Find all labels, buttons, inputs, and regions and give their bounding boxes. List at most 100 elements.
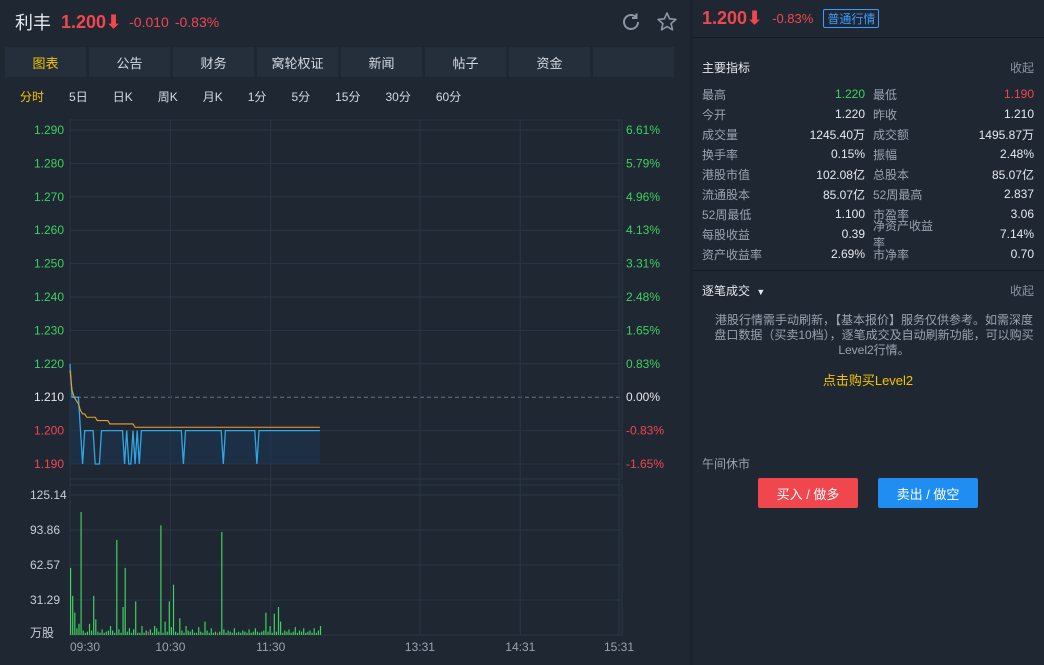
period-8[interactable]: 30分 bbox=[381, 86, 414, 107]
trade-buttons: 买入 / 做多 卖出 / 做空 bbox=[692, 478, 1044, 508]
sell-button[interactable]: 卖出 / 做空 bbox=[878, 478, 978, 508]
volume-tick-label: 31.29 bbox=[30, 593, 60, 607]
volume-bar bbox=[273, 613, 275, 635]
indicator-label: 成交额 bbox=[873, 127, 910, 142]
volume-bar bbox=[280, 621, 282, 635]
indicator-label: 今开 bbox=[702, 107, 727, 122]
volume-bar bbox=[301, 631, 303, 635]
volume-bar bbox=[298, 630, 301, 635]
volume-bar bbox=[189, 631, 191, 635]
price-tick-label: 1.280 bbox=[34, 156, 64, 170]
volume-bar bbox=[116, 539, 118, 635]
volume-bar bbox=[164, 621, 166, 635]
buy-level2-link[interactable]: 点击购买Level2 bbox=[692, 370, 1044, 389]
tick-trades-dropdown[interactable]: 逐笔成交 ▼ bbox=[702, 282, 765, 299]
tab-3[interactable]: 窝轮权证 bbox=[257, 47, 338, 77]
volume-bar bbox=[269, 626, 271, 635]
volume-bar bbox=[223, 629, 225, 635]
volume-bar bbox=[177, 632, 179, 635]
tab-1[interactable]: 公告 bbox=[89, 47, 170, 77]
tab-5[interactable]: 帖子 bbox=[425, 47, 506, 77]
period-0[interactable]: 分时 bbox=[16, 86, 48, 107]
tab-6[interactable]: 资金 bbox=[509, 47, 590, 77]
volume-bar bbox=[103, 632, 105, 635]
volume-bar bbox=[82, 630, 84, 635]
volume-bar bbox=[74, 612, 76, 635]
tab-0[interactable]: 图表 bbox=[5, 47, 86, 77]
volume-bar bbox=[93, 595, 95, 635]
volume-bar bbox=[154, 626, 156, 635]
volume-bar bbox=[294, 627, 296, 635]
volume-bar bbox=[292, 631, 294, 635]
volume-bar bbox=[263, 630, 265, 635]
intraday-chart: 1.290 6.61% 1.280 5.79% 1.270 4.96% 1.260 4.13%… bbox=[0, 110, 690, 665]
volume-bar bbox=[86, 631, 88, 635]
pct-tick-label: 4.13% bbox=[626, 223, 660, 237]
volume-bar bbox=[88, 623, 91, 635]
main-indicators-collapse[interactable]: 收起 bbox=[1010, 59, 1034, 76]
volume-bar bbox=[101, 629, 103, 635]
level2-notice: 港股行情需手动刷新，【基本报价】服务仅供参考。如需深度盘口数据（买卖10档），逐… bbox=[714, 313, 1034, 357]
price-tick-label: 1.270 bbox=[34, 190, 64, 204]
tick-trades-title: 逐笔成交 bbox=[702, 283, 751, 298]
volume-bar bbox=[166, 631, 168, 635]
period-6[interactable]: 5分 bbox=[287, 86, 314, 107]
tab-2[interactable]: 财务 bbox=[173, 47, 254, 77]
indicator-label: 最高 bbox=[702, 87, 727, 102]
volume-bar bbox=[248, 629, 250, 635]
indicator-label: 振幅 bbox=[873, 147, 898, 162]
volume-bar bbox=[254, 628, 256, 635]
tick-trades-collapse[interactable]: 收起 bbox=[1010, 282, 1034, 299]
volume-bar bbox=[124, 567, 126, 635]
volume-bar bbox=[202, 632, 204, 635]
volume-bar bbox=[179, 618, 181, 635]
volume-bar bbox=[122, 607, 124, 635]
quote-price: 1.200⬇ bbox=[702, 8, 763, 28]
indicator-row: 资产收益率 2.69% 市净率 0.70 bbox=[702, 244, 1034, 264]
price-change: -0.010 bbox=[129, 14, 169, 30]
indicator-value: 7.14% bbox=[999, 227, 1034, 241]
volume-bar bbox=[158, 631, 160, 635]
price-tick-label: 1.220 bbox=[34, 357, 64, 371]
volume-bar bbox=[265, 612, 267, 635]
indicator-value: 2.69% bbox=[830, 247, 865, 261]
volume-bar bbox=[162, 632, 164, 635]
period-9[interactable]: 60分 bbox=[432, 86, 465, 107]
period-4[interactable]: 月K bbox=[199, 86, 227, 107]
indicator-value: 85.07亿 bbox=[822, 187, 865, 202]
volume-bar bbox=[193, 632, 196, 635]
refresh-icon[interactable] bbox=[620, 11, 642, 33]
tab-4[interactable]: 新闻 bbox=[341, 47, 422, 77]
stock-header: 利丰 1.200⬇ -0.010 -0.83% bbox=[0, 0, 690, 44]
volume-bar bbox=[183, 632, 185, 635]
volume-bar bbox=[137, 632, 139, 635]
price-area bbox=[70, 363, 320, 464]
tab-bar: 图表 公告 财务 窝轮权证 新闻 帖子 资金 bbox=[5, 47, 689, 77]
volume-bar bbox=[267, 631, 269, 635]
period-3[interactable]: 周K bbox=[154, 86, 182, 107]
volume-bar bbox=[217, 632, 219, 635]
indicator-row: 52周最低 1.100 市盈率 3.06 bbox=[702, 204, 1034, 224]
star-icon[interactable] bbox=[656, 11, 678, 33]
volume-bar bbox=[227, 630, 229, 635]
volume-bar bbox=[231, 632, 233, 635]
buy-button[interactable]: 买入 / 做多 bbox=[758, 478, 858, 508]
period-1[interactable]: 5日 bbox=[65, 86, 92, 107]
volume-bar bbox=[126, 631, 128, 635]
chart-svg: 1.290 6.61% 1.280 5.79% 1.270 4.96% 1.260 4.13%… bbox=[30, 119, 664, 654]
indicator-label: 市净率 bbox=[873, 247, 910, 262]
volume-bar bbox=[135, 601, 137, 635]
volume-bar bbox=[109, 626, 112, 635]
period-7[interactable]: 15分 bbox=[331, 86, 364, 107]
volume-bar bbox=[160, 525, 162, 635]
indicator-value: 3.06 bbox=[1010, 207, 1034, 221]
indicator-value: 1.190 bbox=[1003, 87, 1034, 101]
tab-7[interactable] bbox=[593, 47, 674, 77]
period-2[interactable]: 日K bbox=[109, 86, 137, 107]
pct-tick-label: 5.79% bbox=[626, 156, 660, 170]
average-line bbox=[69, 370, 320, 428]
pct-tick-label: -1.65% bbox=[626, 457, 664, 471]
quote-level-badge[interactable]: 普通行情 bbox=[823, 9, 880, 28]
period-5[interactable]: 1分 bbox=[244, 86, 271, 107]
volume-bar bbox=[120, 632, 122, 635]
